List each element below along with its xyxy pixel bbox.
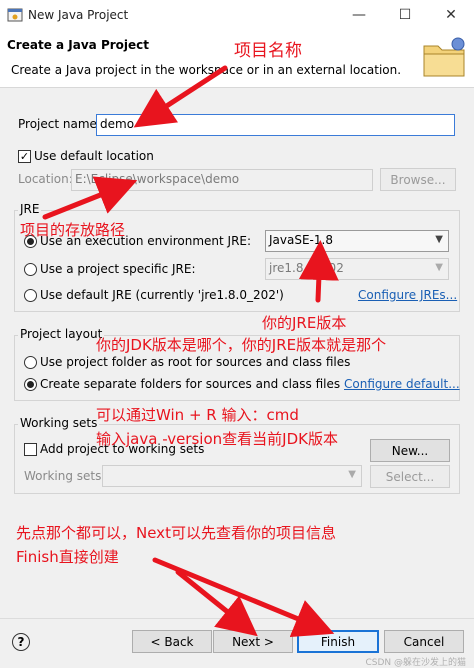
- finish-button[interactable]: Finish: [297, 630, 379, 653]
- wizard-description: Create a Java project in the workspace o…: [11, 63, 402, 77]
- location-input[interactable]: E:\Eclipse\workspace\demo: [71, 169, 373, 191]
- working-sets-select[interactable]: ▼: [102, 465, 362, 487]
- jre-specific-radio[interactable]: [24, 263, 37, 276]
- working-sets-group-label: Working sets: [18, 416, 100, 430]
- maximize-button[interactable]: ☐: [382, 0, 428, 30]
- annotation-cmd-line2: 输入java -version查看当前JDK版本: [96, 430, 338, 448]
- window-title: New Java Project: [28, 8, 129, 22]
- use-default-location-checkbox[interactable]: ✓: [18, 150, 31, 163]
- browse-button[interactable]: Browse...: [380, 168, 456, 191]
- use-default-location-label: Use default location: [34, 149, 154, 163]
- jre-env-value: JavaSE-1.8: [269, 233, 333, 247]
- annotation-project-name: 项目名称: [234, 41, 302, 61]
- jre-specific-select[interactable]: jre1.8.0_202 ▼: [265, 258, 449, 280]
- chevron-down-icon: ▼: [435, 234, 443, 245]
- folder-icon: [423, 37, 465, 77]
- close-button[interactable]: ✕: [428, 0, 474, 30]
- configure-default-link[interactable]: Configure default...: [344, 377, 460, 391]
- annotation-finish-line2: Finish直接创建: [16, 548, 119, 566]
- arrow-finish: [152, 557, 335, 638]
- help-icon[interactable]: ?: [12, 633, 30, 651]
- next-button[interactable]: Next >: [213, 630, 293, 653]
- add-working-sets-checkbox[interactable]: [24, 443, 37, 456]
- jre-env-select[interactable]: JavaSE-1.8 ▼: [265, 230, 449, 252]
- minimize-button[interactable]: —: [336, 0, 382, 30]
- project-name-input[interactable]: demo: [96, 114, 455, 136]
- jre-specific-label: Use a project specific JRE:: [40, 262, 196, 276]
- back-button[interactable]: < Back: [132, 630, 212, 653]
- project-layout-group-label: Project layout: [18, 327, 105, 341]
- jre-default-label: Use default JRE (currently 'jre1.8.0_202…: [40, 288, 284, 302]
- location-label: Location:: [18, 172, 73, 186]
- chevron-down-icon: ▼: [435, 262, 443, 273]
- layout-separate-label: Create separate folders for sources and …: [40, 377, 341, 391]
- configure-jres-link[interactable]: Configure JREs...: [358, 288, 457, 302]
- wizard-title: Create a Java Project: [7, 38, 150, 52]
- annotation-finish-line1: 先点那个都可以，Next可以先查看你的项目信息: [16, 524, 336, 542]
- jre-group-label: JRE: [18, 202, 42, 216]
- eclipse-app-icon: [7, 8, 23, 22]
- working-sets-label: Working sets:: [24, 469, 106, 483]
- layout-root-label: Use project folder as root for sources a…: [40, 355, 351, 369]
- layout-separate-radio[interactable]: [24, 378, 37, 391]
- new-working-set-button[interactable]: New...: [370, 439, 450, 462]
- annotation-location: 项目的存放路径: [20, 221, 126, 239]
- cancel-button[interactable]: Cancel: [384, 630, 464, 653]
- annotation-jdk-note: 你的JDK版本是哪个，你的JRE版本就是那个: [96, 336, 387, 354]
- select-working-sets-button[interactable]: Select...: [370, 465, 450, 488]
- jre-default-radio[interactable]: [24, 289, 37, 302]
- chevron-down-icon: ▼: [348, 469, 356, 480]
- annotation-jre-version: 你的JRE版本: [262, 314, 347, 332]
- project-name-label: Project name:: [18, 117, 101, 131]
- layout-root-radio[interactable]: [24, 356, 37, 369]
- footer-divider: [0, 618, 474, 619]
- jre-specific-value: jre1.8.0_202: [269, 261, 344, 275]
- annotation-cmd-line1: 可以通过Win + R 输入：cmd: [96, 406, 299, 424]
- arrow-next: [175, 569, 258, 637]
- watermark: CSDN @躲在沙发上的猫: [365, 658, 466, 668]
